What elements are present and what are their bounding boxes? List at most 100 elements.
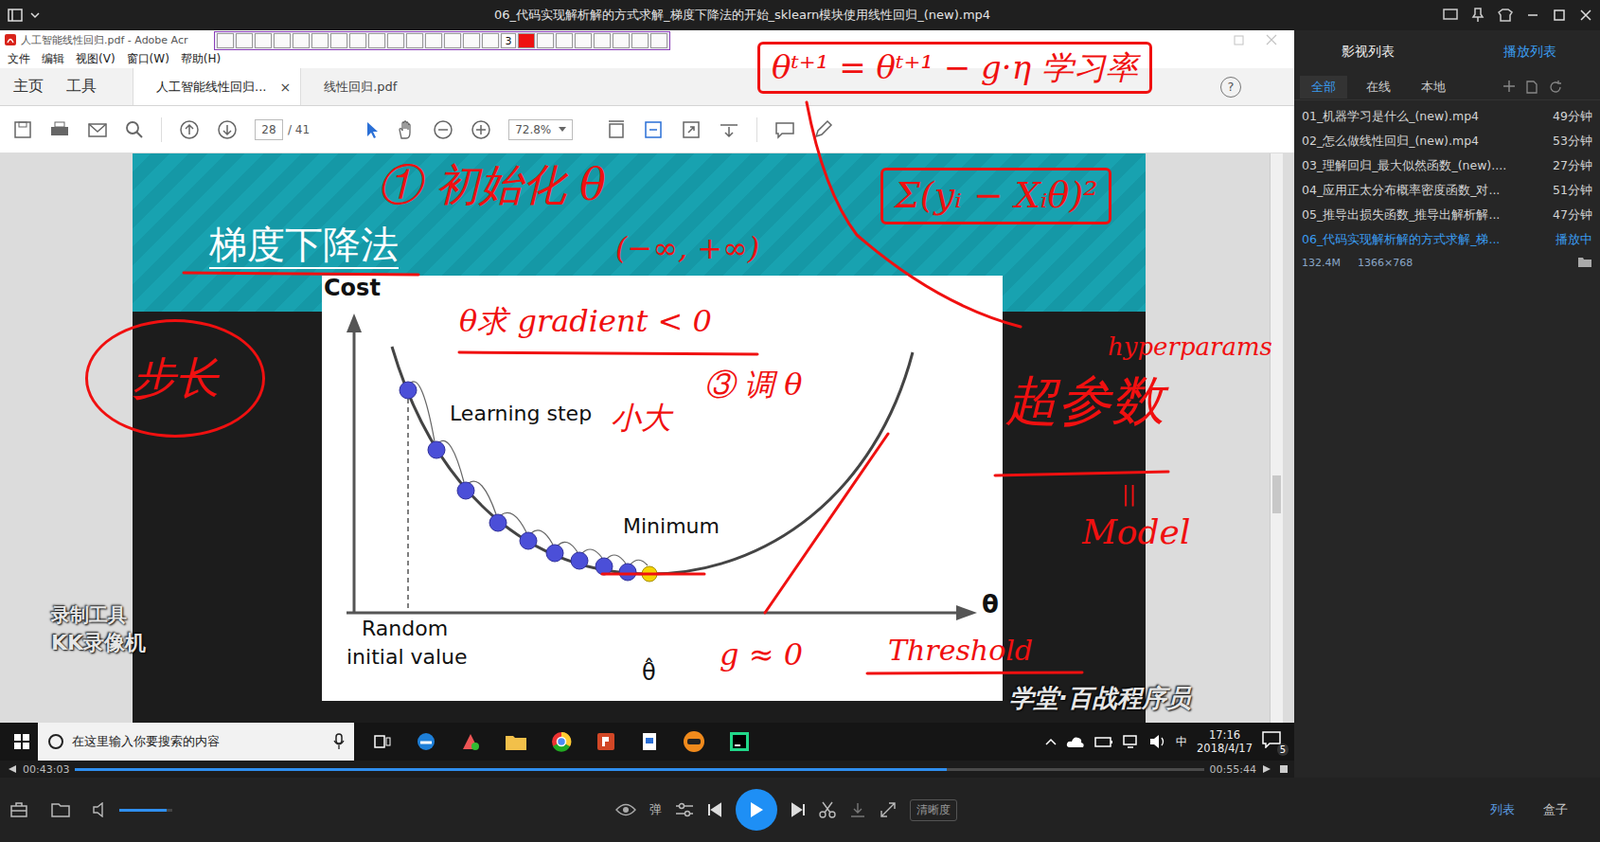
menu-icon[interactable] [7,8,23,22]
tool-button[interactable] [481,33,499,49]
color-swatch[interactable] [517,33,535,49]
mic-icon[interactable] [333,732,345,750]
edge-icon[interactable] [415,730,437,752]
tool-button[interactable] [425,33,443,49]
battery-icon[interactable] [1094,734,1114,748]
download-icon[interactable] [718,119,740,141]
menu-item[interactable]: 视图(V) [75,51,116,68]
stop-icon[interactable] [1279,764,1289,774]
document-area[interactable]: 梯度下降法 CostθLearning stepMinimumRandomini… [0,153,1295,723]
close-icon[interactable] [1265,34,1278,46]
comment-icon[interactable] [774,120,796,140]
play-button[interactable] [735,788,778,831]
zoom-in-icon[interactable] [470,119,492,141]
playlist-item[interactable]: 02_怎么做线性回归_(new).mp453分钟 [1294,128,1600,154]
progress-track[interactable] [74,767,1204,771]
nav-item[interactable]: 主页 [13,76,44,97]
forward-icon[interactable] [1262,764,1274,774]
menu-item[interactable]: 窗口(W) [126,51,170,68]
playlist-item[interactable]: 05_推导出损失函数_推导出解析解...47分钟 [1294,202,1600,228]
cursor-icon[interactable] [364,120,380,140]
save-icon[interactable] [13,120,33,140]
tool-button[interactable] [536,33,554,49]
tab-close[interactable]: × [279,79,291,95]
screen-icon[interactable] [1442,8,1458,22]
chrome-icon[interactable] [551,730,572,752]
tool-button[interactable] [254,33,272,49]
download-icon[interactable] [849,800,867,818]
tool-button[interactable] [292,33,310,49]
corner-tab[interactable]: 列表 [1490,800,1515,818]
maximize-icon[interactable] [1552,8,1566,22]
open-file-icon[interactable] [51,800,71,818]
danmaku-button[interactable]: 弹 [649,800,662,818]
hand-icon[interactable] [396,119,416,141]
document-tab[interactable]: 线性回归.pdf [301,68,465,106]
powerpoint-icon[interactable] [595,730,617,752]
tool-button[interactable] [330,33,348,49]
settings-icon[interactable] [675,801,694,818]
tool-button[interactable] [462,33,480,49]
open-folder-icon[interactable] [1577,256,1593,268]
tool-button[interactable] [368,33,386,49]
page-down-icon[interactable] [216,119,238,141]
filter-tab[interactable]: 在线 [1354,75,1403,99]
menu-item[interactable]: 文件 [7,51,31,68]
search-box[interactable]: 在这里输入你要搜索的内容 [37,722,355,761]
eye-icon[interactable] [615,801,637,818]
tool-button[interactable] [387,33,405,49]
document-icon[interactable] [640,730,659,752]
ime-indicator[interactable]: 中 [1175,733,1188,750]
playlist-item[interactable]: 04_应用正太分布概率密度函数_对...51分钟 [1294,177,1600,203]
tool-button[interactable] [216,33,234,49]
tool-button[interactable] [631,33,649,49]
cloud-icon[interactable] [1066,734,1085,748]
task-view-icon[interactable] [373,732,392,750]
folder-icon[interactable] [504,731,528,751]
network-icon[interactable] [1122,733,1140,749]
menu-item[interactable]: 编辑 [41,51,65,68]
filter-tab[interactable]: 本地 [1409,75,1458,99]
tool-button[interactable] [273,33,291,49]
app-icon[interactable] [460,730,481,752]
help-button[interactable]: ? [1220,76,1242,98]
fullscreen-icon[interactable] [680,119,702,141]
tray-expand-icon[interactable] [1045,736,1057,747]
tool-button[interactable] [612,33,630,49]
document-tab[interactable]: 人工智能线性回归...× [132,68,302,106]
toolbox-icon[interactable] [9,800,29,818]
tool-button[interactable] [574,33,592,49]
volume-icon[interactable] [92,801,110,818]
quality-button[interactable]: 清晰度 [909,799,958,821]
page-input[interactable]: 28 [254,119,284,141]
speaker-icon[interactable] [1149,733,1167,749]
zoom-select[interactable]: 72.8% [508,119,573,141]
scissors-icon[interactable] [818,800,836,818]
pycharm-icon[interactable] [728,730,750,752]
file-icon[interactable] [1526,80,1538,94]
volume-track[interactable] [119,808,173,812]
recorder-icon[interactable] [682,729,706,753]
mail-icon[interactable] [87,121,108,139]
playlist-item[interactable]: 06_代码实现解析解的方式求解_梯...播放中 [1294,227,1600,252]
tool-button[interactable] [650,33,668,49]
fit-page-icon[interactable] [606,119,626,141]
tool-button[interactable] [444,33,462,49]
filter-tab[interactable]: 全部 [1299,75,1348,99]
video-frame[interactable]: 人工智能线性回归.pdf - Adobe Acr 3 文件编辑视图(V)窗口(W… [0,30,1295,761]
minimize-icon[interactable] [1526,8,1540,22]
previous-icon[interactable] [707,801,723,818]
tool-button[interactable] [349,33,367,49]
windows-icon[interactable] [13,732,31,750]
tool-button[interactable] [235,33,253,49]
pin-icon[interactable] [1471,7,1485,23]
search-icon[interactable] [124,120,144,140]
tool-button[interactable] [311,33,329,49]
zoom-out-icon[interactable] [432,119,454,141]
menu-item[interactable]: 帮助(H) [180,51,221,68]
tool-button[interactable] [406,33,424,49]
page-up-icon[interactable] [178,119,200,141]
close-icon[interactable] [1579,8,1593,22]
fit-width-icon[interactable] [642,119,664,141]
panel-tab[interactable]: 播放列表 [1497,39,1563,65]
